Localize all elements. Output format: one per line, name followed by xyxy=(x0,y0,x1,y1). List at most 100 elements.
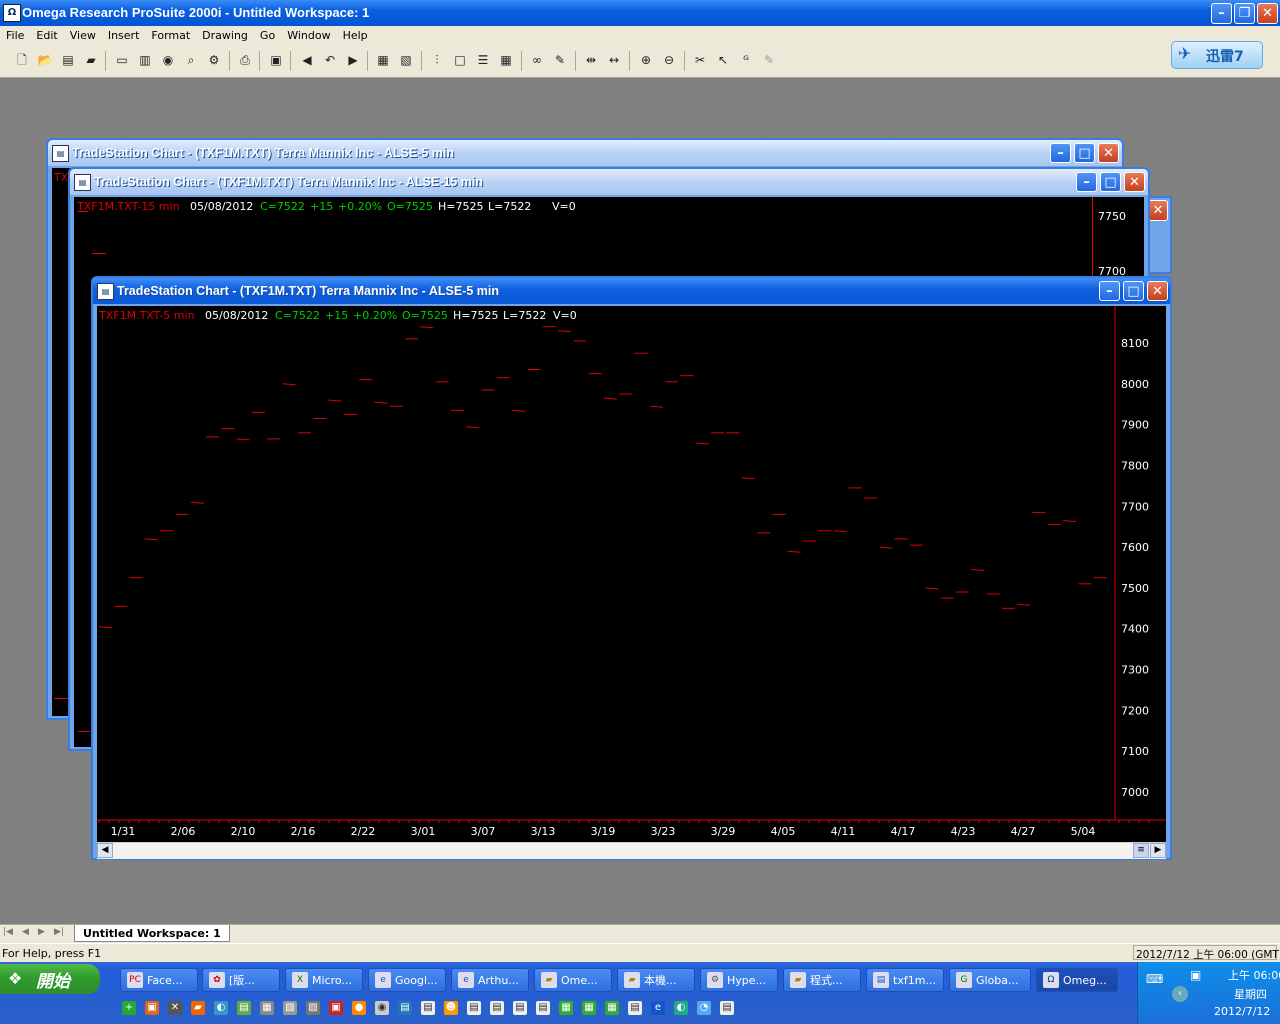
quicklaunch-icon[interactable]: ▦ xyxy=(605,1001,619,1015)
expand-icon[interactable]: ↔ xyxy=(606,52,622,68)
menu-drawing[interactable]: Drawing xyxy=(196,26,254,42)
chart-plot-front[interactable]: TXF1M.TXT-5 min 05/08/2012 C=7522 +15 +0… xyxy=(97,306,1166,842)
undo-icon[interactable]: ↶ xyxy=(322,52,338,68)
tile-icon[interactable]: ▦ xyxy=(375,52,391,68)
start-button[interactable]: ❖ 開始 xyxy=(0,964,100,994)
quicklaunch-icon[interactable]: ✕ xyxy=(168,1001,182,1015)
pointer-icon[interactable]: ↖ xyxy=(715,52,731,68)
open-icon[interactable]: 📂 xyxy=(37,52,53,68)
network-icon[interactable]: ▣ xyxy=(1190,968,1201,982)
keyboard-icon[interactable]: ⌨ xyxy=(1146,972,1163,986)
quicklaunch-icon[interactable]: ▣ xyxy=(145,1001,159,1015)
task-omega-folder[interactable]: ▰ Ome... xyxy=(534,968,612,992)
grid-icon[interactable]: ☰ xyxy=(475,52,491,68)
task-hyper[interactable]: ⚙ Hype... xyxy=(700,968,778,992)
task-omega[interactable]: Ω Omeg... xyxy=(1036,968,1118,992)
minimize-button[interactable]: – xyxy=(1076,172,1097,192)
folder-icon[interactable]: ▰ xyxy=(83,52,99,68)
maximize-button[interactable]: □ xyxy=(1100,172,1121,192)
format-icon[interactable]: ▣ xyxy=(268,52,284,68)
chart-window-front-caption[interactable]: ▤ TradeStation Chart - (TXF1M.TXT) Terra… xyxy=(93,278,1170,304)
menu-edit[interactable]: Edit xyxy=(30,26,63,42)
scroll-left-icon[interactable]: ◀ xyxy=(97,843,113,858)
task-facebook[interactable]: PC Face... xyxy=(120,968,198,992)
task-program[interactable]: ▰ 程式... xyxy=(783,968,861,992)
quicklaunch-icon[interactable]: ▦ xyxy=(559,1001,573,1015)
expand-tray-icon[interactable]: ‹ xyxy=(1172,986,1188,1002)
scan-icon[interactable]: ⌕ xyxy=(183,52,199,68)
quicklaunch-icon[interactable]: ▤ xyxy=(490,1001,504,1015)
quicklaunch-icon[interactable]: ▨ xyxy=(306,1001,320,1015)
quicklaunch-icon[interactable]: ▰ xyxy=(191,1001,205,1015)
omega-icon[interactable]: Ω xyxy=(3,4,21,22)
quicklaunch-icon[interactable]: ◐ xyxy=(214,1001,228,1015)
close-button[interactable]: ✕ xyxy=(1098,143,1119,163)
quicklaunch-icon[interactable]: ◉ xyxy=(375,1001,389,1015)
table-icon[interactable]: ▦ xyxy=(498,52,514,68)
close-button[interactable]: ✕ xyxy=(1124,172,1145,192)
quicklaunch-icon[interactable]: ▤ xyxy=(421,1001,435,1015)
quicklaunch-icon[interactable]: ▤ xyxy=(237,1001,251,1015)
chart-window-mid-caption[interactable]: ▤ TradeStation Chart - (TXF1M.TXT) Terra… xyxy=(70,169,1148,195)
compress-icon[interactable]: ⇹ xyxy=(583,52,599,68)
quicklaunch-icon[interactable]: ☻ xyxy=(444,1001,458,1015)
menu-insert[interactable]: Insert xyxy=(102,26,146,42)
options-icon[interactable]: ⚙ xyxy=(206,52,222,68)
quicklaunch-icon[interactable]: e xyxy=(651,1001,665,1015)
menu-view[interactable]: View xyxy=(64,26,102,42)
minimize-button[interactable]: – xyxy=(1211,3,1232,24)
maximize-button[interactable]: □ xyxy=(1074,143,1095,163)
quicklaunch-icon[interactable]: ● xyxy=(352,1001,366,1015)
tab-last-icon[interactable]: ▶| xyxy=(54,927,64,937)
quicklaunch-icon[interactable]: ▤ xyxy=(628,1001,642,1015)
window-icon[interactable]: □ xyxy=(452,52,468,68)
tab-prev-icon[interactable]: ◀ xyxy=(22,927,29,937)
task-txf1m[interactable]: ▤ txf1m... xyxy=(866,968,944,992)
bar-chart-icon[interactable]: ▥ xyxy=(137,52,153,68)
tab-next-icon[interactable]: ▶ xyxy=(38,927,45,937)
horizontal-scrollbar[interactable]: ◀ ≡ ▶ xyxy=(97,842,1166,859)
close-button[interactable]: ✕ xyxy=(1147,281,1168,301)
task-excel[interactable]: X Micro... xyxy=(285,968,363,992)
radar-icon[interactable]: ◉ xyxy=(160,52,176,68)
task-global[interactable]: G Globa... xyxy=(949,968,1031,992)
restore-button[interactable]: ❐ xyxy=(1234,3,1255,24)
scroll-right-icon[interactable]: ▶ xyxy=(1150,843,1166,858)
quicklaunch-icon[interactable]: ▤ xyxy=(467,1001,481,1015)
quicklaunch-icon[interactable]: + xyxy=(122,1001,136,1015)
back-icon[interactable]: ◀ xyxy=(299,52,315,68)
maximize-button[interactable]: □ xyxy=(1123,281,1144,301)
quicklaunch-icon[interactable]: ◔ xyxy=(697,1001,711,1015)
quicklaunch-icon[interactable]: ▤ xyxy=(398,1001,412,1015)
tab-first-icon[interactable]: |◀ xyxy=(3,927,13,937)
quicklaunch-icon[interactable]: ▤ xyxy=(513,1001,527,1015)
chart-window-icon[interactable]: ▭ xyxy=(114,52,130,68)
text-icon[interactable]: ᴳ xyxy=(738,52,754,68)
quicklaunch-icon[interactable]: ▤ xyxy=(536,1001,550,1015)
minimize-button[interactable]: – xyxy=(1099,281,1120,301)
close-button[interactable]: ✕ xyxy=(1257,3,1278,24)
quicklaunch-icon[interactable]: ▧ xyxy=(283,1001,297,1015)
chart-window-front[interactable]: ▤ TradeStation Chart - (TXF1M.TXT) Terra… xyxy=(91,276,1172,860)
scroll-thumb[interactable]: ≡ xyxy=(1133,843,1149,858)
new-icon[interactable]: 🗋 xyxy=(14,52,30,68)
xunlei-button[interactable]: ✈ 迅雷7 xyxy=(1171,41,1263,69)
menu-format[interactable]: Format xyxy=(145,26,196,42)
quicklaunch-icon[interactable]: ▦ xyxy=(260,1001,274,1015)
glasses-icon[interactable]: ∞ xyxy=(529,52,545,68)
task-arthur[interactable]: e Arthu... xyxy=(451,968,529,992)
close-button[interactable]: ✕ xyxy=(1148,200,1168,221)
task-computer[interactable]: ▰ 本機... xyxy=(617,968,695,992)
menu-help[interactable]: Help xyxy=(337,26,374,42)
open-workspace-icon[interactable]: ▤ xyxy=(60,52,76,68)
chart-window-back-caption[interactable]: ▤ TradeStation Chart - (TXF1M.TXT) Terra… xyxy=(48,140,1122,166)
zoom-in-icon[interactable]: ⊕ xyxy=(638,52,654,68)
app-title-bar[interactable]: Ω Omega Research ProSuite 2000i - Untitl… xyxy=(0,0,1280,26)
menu-window[interactable]: Window xyxy=(281,26,336,42)
task-forum[interactable]: ✿ [版... xyxy=(202,968,280,992)
print-icon[interactable]: ⎙ xyxy=(237,52,253,68)
quicklaunch-icon[interactable]: ◐ xyxy=(674,1001,688,1015)
menu-file[interactable]: File xyxy=(0,26,30,42)
tools-icon[interactable]: ✂ xyxy=(692,52,708,68)
tab-workspace[interactable]: Untitled Workspace: 1 xyxy=(74,925,230,942)
